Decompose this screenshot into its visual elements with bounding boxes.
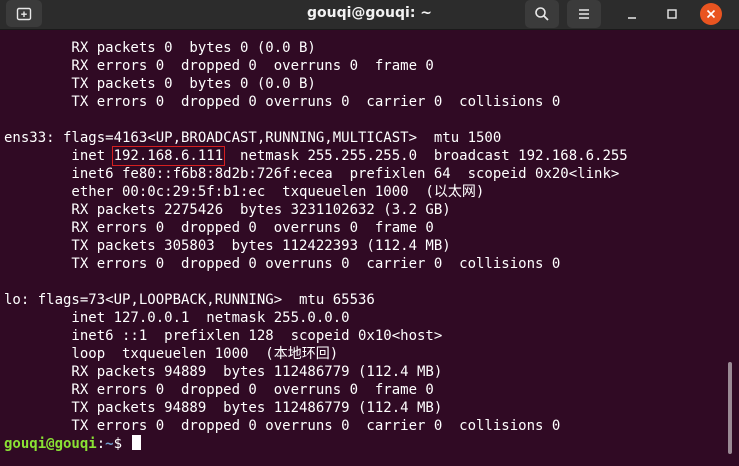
output-line: TX errors 0 dropped 0 overruns 0 carrier…	[4, 256, 561, 272]
inet-details: netmask 255.255.255.0 broadcast 192.168.…	[223, 148, 628, 164]
output-line: lo: flags=73<UP,LOOPBACK,RUNNING> mtu 65…	[4, 292, 375, 308]
output-line: TX errors 0 dropped 0 overruns 0 carrier…	[4, 418, 561, 434]
output-line: TX packets 0 bytes 0 (0.0 B)	[4, 76, 316, 92]
menu-button[interactable]	[567, 0, 601, 28]
text-cursor	[132, 435, 142, 450]
output-line: TX packets 94889 bytes 112486779 (112.4 …	[4, 400, 443, 416]
maximize-button[interactable]	[661, 3, 683, 25]
maximize-icon	[667, 9, 677, 19]
minimize-button[interactable]	[621, 3, 643, 25]
prompt-path: ~	[105, 436, 114, 452]
output-line: RX errors 0 dropped 0 overruns 0 frame 0	[4, 58, 434, 74]
prompt-separator: :	[96, 436, 106, 452]
terminal-window: gouqi@gouqi: ~ RX packets 0 bytes 0 (0.0…	[0, 0, 739, 466]
output-line: TX packets 305803 bytes 112422393 (112.4…	[4, 238, 451, 254]
inet-label: inet	[4, 148, 114, 164]
hamburger-menu-icon	[579, 9, 589, 19]
output-line: inet 127.0.0.1 netmask 255.0.0.0	[4, 310, 350, 326]
shell-prompt[interactable]: gouqi@gouqi:~$	[4, 435, 724, 453]
output-line: ether 00:0c:29:5f:b1:ec txqueuelen 1000 …	[4, 184, 485, 200]
search-button[interactable]	[525, 0, 559, 28]
output-line: loop txqueuelen 1000 (本地环回)	[4, 346, 339, 362]
output-line: RX packets 0 bytes 0 (0.0 B)	[4, 40, 316, 56]
highlighted-ip-address: 192.168.6.111	[111, 146, 226, 166]
output-line: inet6 fe80::f6b8:8d2b:726f:ecea prefixle…	[4, 166, 620, 182]
search-icon	[535, 7, 549, 21]
minimize-icon	[628, 17, 636, 19]
output-line: inet6 ::1 prefixlen 128 scopeid 0x10<hos…	[4, 328, 443, 344]
prompt-user-host: gouqi@gouqi	[4, 436, 97, 452]
close-button[interactable]	[700, 3, 722, 25]
output-line: RX packets 2275426 bytes 3231102632 (3.2…	[4, 202, 451, 218]
close-icon	[706, 9, 716, 19]
output-line: RX packets 94889 bytes 112486779 (112.4 …	[4, 364, 443, 380]
output-line: RX errors 0 dropped 0 overruns 0 frame 0	[4, 382, 434, 398]
prompt-symbol: $	[113, 436, 131, 452]
output-line: RX errors 0 dropped 0 overruns 0 frame 0	[4, 220, 434, 236]
scrollbar-thumb[interactable]	[728, 362, 732, 454]
title-bar[interactable]: gouqi@gouqi: ~	[0, 0, 739, 30]
output-line: ens33: flags=4163<UP,BROADCAST,RUNNING,M…	[4, 130, 502, 146]
output-line: TX errors 0 dropped 0 overruns 0 carrier…	[4, 94, 561, 110]
terminal-output[interactable]: RX packets 0 bytes 0 (0.0 B) RX errors 0…	[4, 39, 724, 466]
inet-line: inet 192.168.6.111 netmask 255.255.255.0…	[4, 146, 724, 166]
